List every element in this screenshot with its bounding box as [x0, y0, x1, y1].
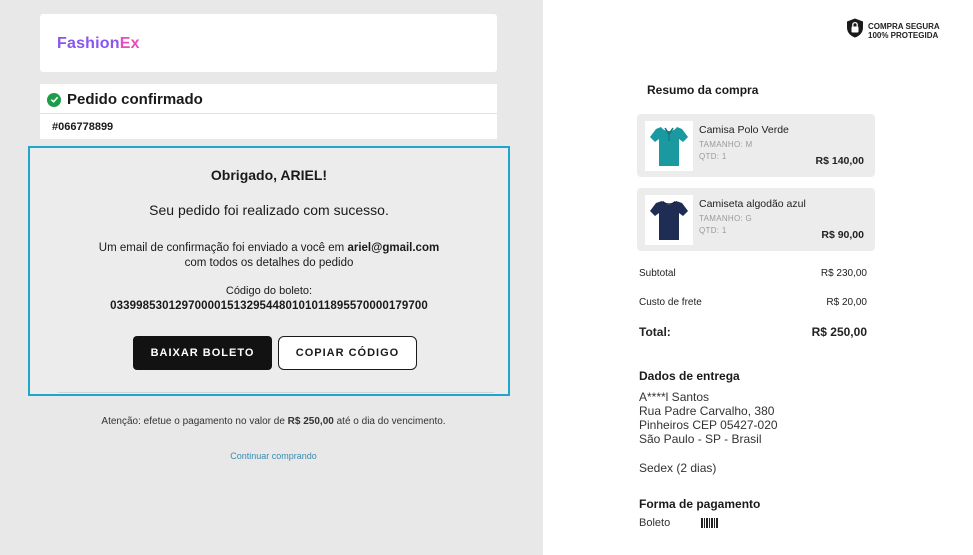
order-number: #066778899 [52, 121, 114, 133]
payment-notice-prefix: Atenção: efetue o pagamento no valor de [101, 416, 285, 427]
brand-logo-part2: Ex [119, 35, 140, 52]
payment-title: Forma de pagamento [639, 497, 761, 511]
order-status-title: Pedido confirmado [67, 91, 203, 108]
header-card: FashionEx [40, 14, 497, 72]
product-image [645, 121, 693, 171]
order-summary-title: Resumo da compra [647, 83, 759, 97]
total-value: R$ 250,00 [811, 325, 867, 339]
product-quantity: QTD: 1 [699, 152, 727, 161]
shipping-cost-row: Custo de frete R$ 20,00 [639, 297, 867, 308]
product-size: TAMANHO: G [699, 214, 753, 223]
delivery-city-country: São Paulo - SP - Brasil [639, 432, 762, 446]
product-size: TAMANHO: M [699, 140, 753, 149]
payment-notice-suffix: até o dia do vencimento. [336, 416, 446, 427]
shipping-cost-value: R$ 20,00 [826, 297, 867, 308]
secure-badge-text: COMPRA SEGURA 100% PROTEGIDA [868, 22, 940, 40]
customer-email: ariel@gmail.com [347, 242, 440, 254]
product-quantity: QTD: 1 [699, 226, 727, 235]
product-name: Camiseta algodão azul [699, 198, 806, 210]
subtotal-label: Subtotal [639, 268, 676, 279]
delivery-title: Dados de entrega [639, 369, 740, 383]
boleto-code-label: Código do boleto: [225, 285, 313, 297]
divider [40, 113, 497, 114]
cart-item: Camiseta algodão azul TAMANHO: G QTD: 1 … [637, 188, 875, 251]
secure-badge-line2: 100% PROTEGIDA [868, 30, 939, 40]
delivery-district-zip: Pinheiros CEP 05427-020 [639, 418, 778, 432]
product-price: R$ 90,00 [821, 229, 864, 241]
success-message: Seu pedido foi realizado com sucesso. [149, 202, 389, 218]
brand-logo[interactable]: FashionEx [57, 35, 140, 53]
subtotal-value: R$ 230,00 [820, 268, 867, 279]
download-boleto-button[interactable]: BAIXAR BOLETO [133, 336, 272, 370]
secure-badge-line1: COMPRA SEGURA [868, 21, 940, 31]
order-status-header: Pedido confirmado [47, 91, 203, 108]
shipping-method: Sedex (2 dias) [639, 461, 717, 475]
brand-logo-part1: Fashion [57, 35, 120, 52]
subtotal-row: Subtotal R$ 230,00 [639, 268, 867, 279]
product-name: Camisa Polo Verde [699, 124, 789, 136]
total-label: Total: [639, 325, 671, 339]
divider [58, 392, 494, 393]
lock-shield-icon [846, 18, 864, 43]
boleto-code[interactable]: 0339985301297000015132954480101011895570… [30, 300, 508, 312]
thank-you-title: Obrigado, ARIEL! [210, 167, 328, 183]
email-notice: Um email de confirmação foi enviado a vo… [30, 241, 508, 271]
delivery-recipient: A****l Santos [639, 390, 710, 404]
payment-method: Boleto [639, 517, 671, 529]
delivery-street: Rua Padre Carvalho, 380 [639, 404, 775, 418]
continue-shopping-link[interactable]: Continuar comprando [0, 451, 547, 461]
payment-notice: Atenção: efetue o pagamento no valor de … [0, 416, 547, 427]
product-price: R$ 140,00 [815, 155, 864, 167]
order-confirmation-pane: FashionEx Pedido confirmado #066778899 O… [0, 0, 543, 555]
shipping-cost-label: Custo de frete [639, 297, 702, 308]
secure-purchase-badge: COMPRA SEGURA 100% PROTEGIDA [846, 18, 940, 43]
order-status-card: Pedido confirmado #066778899 [40, 84, 497, 139]
cart-item: Camisa Polo Verde TAMANHO: M QTD: 1 R$ 1… [637, 114, 875, 177]
product-image [645, 195, 693, 245]
copy-code-button[interactable]: COPIAR CÓDIGO [278, 336, 417, 370]
email-notice-suffix: com todos os detalhes do pedido [184, 257, 354, 269]
email-notice-prefix: Um email de confirmação foi enviado a vo… [98, 242, 345, 254]
confirmation-box: Obrigado, ARIEL! Seu pedido foi realizad… [28, 146, 510, 396]
check-circle-icon [47, 92, 61, 107]
payment-amount: R$ 250,00 [287, 416, 334, 427]
total-row: Total: R$ 250,00 [639, 325, 867, 339]
barcode-icon [701, 518, 718, 528]
